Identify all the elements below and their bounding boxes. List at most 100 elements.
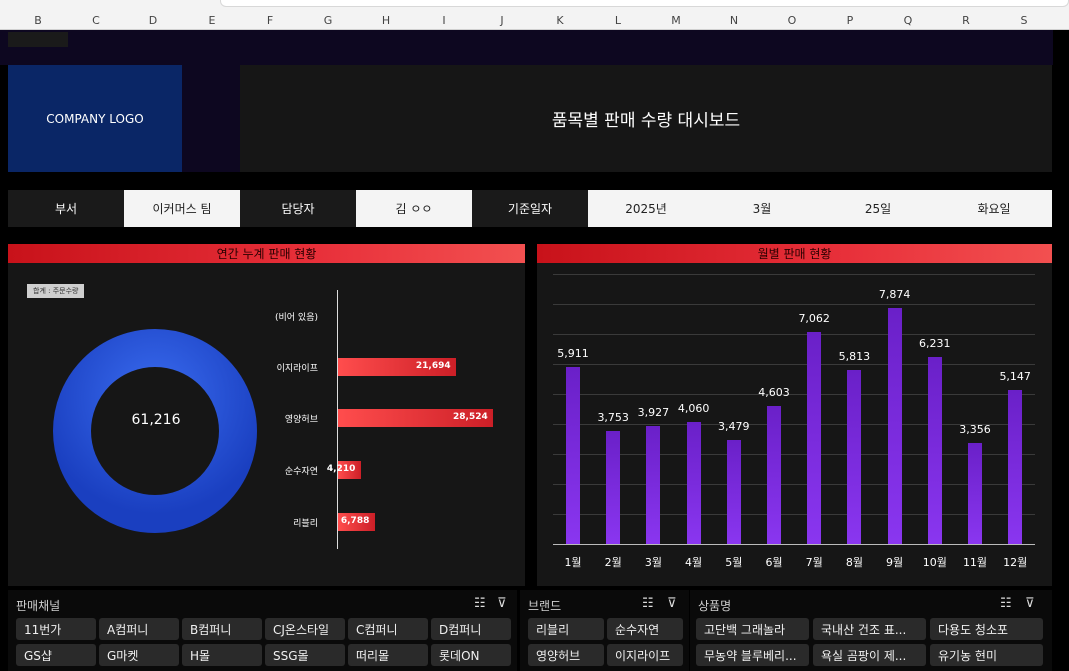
channel-slicer-item[interactable]: A컴퍼니 <box>99 618 179 640</box>
column-header-d[interactable]: D <box>143 14 163 27</box>
multi-select-icon[interactable]: ☷ <box>474 596 486 611</box>
clear-filter-icon[interactable]: ⊽ <box>667 596 677 611</box>
brand-slicer-item[interactable]: 이지라이프 <box>607 644 683 666</box>
vbar[interactable] <box>968 443 982 544</box>
multi-select-icon[interactable]: ☷ <box>1000 596 1012 611</box>
hbar-category-label: (비어 있음) <box>274 313 318 323</box>
channel-slicer-item[interactable]: G마켓 <box>99 644 179 666</box>
product-slicer-title: 상품명 <box>698 599 732 613</box>
channel-slicer-item[interactable]: 롯데ON <box>431 644 511 666</box>
channel-slicer-item[interactable]: B컴퍼니 <box>182 618 262 640</box>
month-tick-label: 2월 <box>604 556 622 569</box>
product-slicer-item[interactable]: 유기농 현미 <box>930 644 1043 666</box>
column-header-r[interactable]: R <box>956 14 976 27</box>
channel-slicer-item[interactable]: C컴퍼니 <box>348 618 428 640</box>
product-slicer-item[interactable]: 무농약 블루베리... <box>696 644 809 666</box>
channel-slicer-item[interactable]: 떠리몰 <box>348 644 428 666</box>
date-weekday[interactable]: 화요일 <box>936 190 1052 227</box>
column-header-b[interactable]: B <box>28 14 48 27</box>
multi-select-icon[interactable]: ☷ <box>642 596 654 611</box>
product-slicer-item[interactable]: 국내산 건조 표... <box>813 618 926 640</box>
column-header-c[interactable]: C <box>86 14 106 27</box>
vbar-value-label: 7,874 <box>878 287 911 301</box>
vbar-value-label: 7,062 <box>798 312 830 326</box>
column-header-f[interactable]: F <box>260 14 280 27</box>
clear-filter-icon[interactable]: ⊽ <box>1025 596 1035 611</box>
date-year[interactable]: 2025년 <box>588 190 704 227</box>
pivot-field-tag[interactable]: 합계 : 주문수량 <box>27 284 85 298</box>
month-tick-label: 8월 <box>845 556 863 569</box>
monthly-sales-header: 월별 판매 현황 <box>537 244 1052 263</box>
column-header-j[interactable]: J <box>492 14 512 27</box>
vbar[interactable] <box>606 431 621 544</box>
column-header-e[interactable]: E <box>202 14 222 27</box>
month-tick-label: 6월 <box>765 556 783 569</box>
channel-slicer-item[interactable]: GS샵 <box>16 644 96 666</box>
gridline <box>553 304 1035 305</box>
vbar[interactable] <box>767 405 781 544</box>
brand-slicer-item[interactable]: 리블리 <box>528 618 604 640</box>
dashboard-title: 품목별 판매 수량 대시보드 <box>240 65 1052 172</box>
channel-slicer-item[interactable]: D컴퍼니 <box>431 618 511 640</box>
channel-slicer-item[interactable]: H몰 <box>182 644 262 666</box>
column-header-p[interactable]: P <box>840 14 860 27</box>
month-tick-label: 7월 <box>805 556 823 569</box>
column-header-g[interactable]: G <box>318 14 338 27</box>
vbar[interactable] <box>646 426 661 544</box>
vbar[interactable] <box>686 422 701 544</box>
annual-sales-panel: 연간 누계 판매 현황 합계 : 주문수량 61,216 (비어 있음) 이지라이… <box>8 244 525 586</box>
month-tick-label: 1월 <box>564 556 582 569</box>
vbar-value-label: 6,231 <box>919 337 951 351</box>
gridline <box>553 274 1035 275</box>
vbar-value-label: 3,356 <box>959 423 991 437</box>
column-header-h[interactable]: H <box>376 14 396 27</box>
vbar-value-label: 5,813 <box>838 349 871 363</box>
vbar[interactable] <box>847 369 862 544</box>
gridline <box>553 364 1035 365</box>
channel-slicer-item[interactable]: 11번가 <box>16 618 96 640</box>
clear-filter-icon[interactable]: ⊽ <box>497 596 507 611</box>
x-axis-line <box>553 544 1035 545</box>
hbar-category-label: 영양허브 <box>284 415 318 425</box>
channel-slicer-item[interactable]: CJ온스타일 <box>265 618 345 640</box>
column-header-o[interactable]: O <box>782 14 802 27</box>
product-slicer-item[interactable]: 욕실 곰팡이 제... <box>813 644 926 666</box>
gridline <box>553 334 1035 335</box>
vbar-value-label: 5,911 <box>557 346 589 360</box>
date-day[interactable]: 25일 <box>820 190 936 227</box>
column-header-m[interactable]: M <box>666 14 686 27</box>
column-header-k[interactable]: K <box>550 14 570 27</box>
annual-sales-header: 연간 누계 판매 현황 <box>8 244 525 263</box>
brand-slicer-item[interactable]: 순수자연 <box>607 618 683 640</box>
vbar[interactable] <box>807 332 822 544</box>
date-month[interactable]: 3월 <box>704 190 820 227</box>
vbar[interactable] <box>726 439 741 544</box>
product-slicer-item[interactable]: 다용도 청소포 <box>930 618 1043 640</box>
channel-slicer-item[interactable]: SSG몰 <box>265 644 345 666</box>
column-header-l[interactable]: L <box>608 14 628 27</box>
month-tick-label: 11월 <box>962 556 988 569</box>
brand-slicer: 브랜드 ☷ ⊽ 리블리 순수자연 영양허브 이지라이프 <box>520 590 689 671</box>
vbar[interactable] <box>1008 389 1023 544</box>
month-tick-label: 9월 <box>886 556 904 569</box>
dept-value[interactable]: 이커머스 팀 <box>124 190 240 227</box>
vbar-value-label: 3,479 <box>718 419 750 433</box>
owner-value[interactable]: 김 ㅇㅇ <box>356 190 472 227</box>
vbar[interactable] <box>927 357 942 544</box>
hbar-value-label: 28,524 <box>453 412 488 422</box>
column-header-s[interactable]: S <box>1014 14 1034 27</box>
brand-slicer-item[interactable]: 영양허브 <box>528 644 604 666</box>
month-tick-label: 3월 <box>644 556 662 569</box>
gridline <box>553 454 1035 455</box>
donut-ring <box>53 329 257 533</box>
column-header-n[interactable]: N <box>724 14 744 27</box>
hbar-value-label: 6,788 <box>340 516 370 526</box>
column-header-i[interactable]: I <box>434 14 454 27</box>
column-header-q[interactable]: Q <box>898 14 918 27</box>
hbar-category-label: 순수자연 <box>284 467 318 477</box>
donut-total: 61,216 <box>131 412 181 428</box>
gridline <box>553 514 1035 515</box>
product-slicer-item[interactable]: 고단백 그래놀라 <box>696 618 809 640</box>
vbar[interactable] <box>566 366 580 544</box>
vbar[interactable] <box>887 307 902 544</box>
